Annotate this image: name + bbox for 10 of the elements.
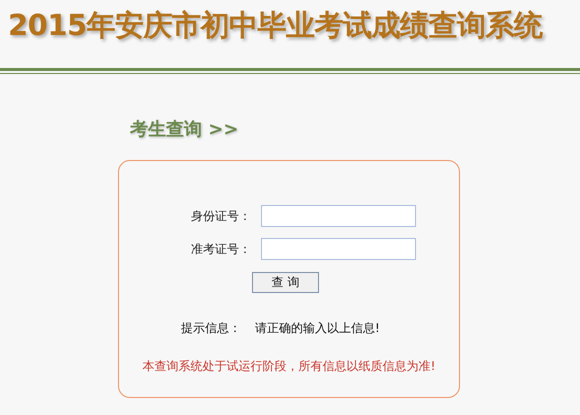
field-label: 身份证号： <box>190 208 251 224</box>
hint-text: 请正确的输入以上信息! <box>255 320 380 337</box>
notice-text: 本查询系统处于试运行阶段，所有信息以纸质信息为准! <box>142 358 436 375</box>
input-field[interactable] <box>261 205 416 227</box>
query-button[interactable]: 查 询 <box>252 272 319 293</box>
page-title: 2015年安庆市初中毕业考试成绩查询系统 <box>7 7 544 44</box>
field-label: 准考证号： <box>190 240 251 258</box>
section-heading: 考生查询 >> <box>130 118 238 141</box>
input-field[interactable] <box>261 238 416 260</box>
hint-label: 提示信息： <box>181 320 241 337</box>
